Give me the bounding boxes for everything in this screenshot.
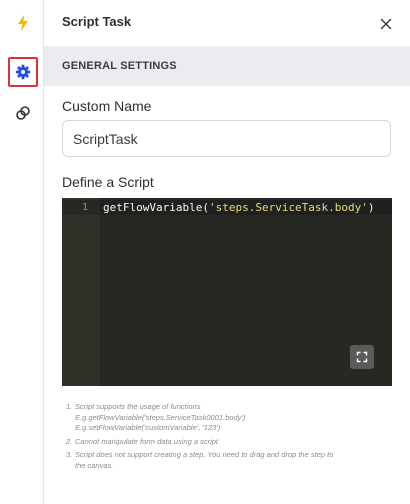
note-line: Script does not support creating a step,… (75, 450, 334, 459)
line-number: 1 (81, 202, 88, 213)
note-line: E.g.setFlowVariable('customVariable', '1… (75, 423, 221, 432)
gear-icon (15, 64, 31, 80)
fullscreen-icon (356, 351, 368, 363)
code-line[interactable]: getFlowVariable('steps.ServiceTask.body'… (103, 200, 375, 215)
general-settings-section-header[interactable]: GENERAL SETTINGS (44, 46, 410, 86)
trigger-tab-button[interactable] (8, 8, 38, 38)
custom-name-label: Custom Name (62, 98, 152, 114)
section-title: GENERAL SETTINGS (62, 60, 177, 72)
panel-title: Script Task (62, 14, 132, 29)
note-number: 1. (66, 402, 73, 411)
settings-tab-button[interactable] (8, 57, 38, 87)
note-line: Cannot manipulate form data using a scri… (75, 436, 218, 446)
lightning-bolt-icon (18, 15, 28, 31)
script-editor[interactable]: 1 getFlowVariable('steps.ServiceTask.bod… (62, 198, 392, 386)
note-item: 2. Cannot manipulate form data using a s… (66, 437, 396, 448)
custom-name-input[interactable] (62, 120, 391, 157)
define-script-label: Define a Script (62, 174, 154, 190)
link-icon (16, 106, 30, 120)
fullscreen-button[interactable] (350, 345, 374, 369)
code-close-paren: ) (367, 201, 375, 214)
note-number: 3. (66, 450, 73, 459)
note-item: 1. Script supports the usage of function… (66, 402, 396, 434)
left-icon-rail (0, 0, 44, 504)
note-number: 2. (66, 436, 73, 446)
panel-header: Script Task (44, 0, 410, 46)
script-notes-list: 1. Script supports the usage of function… (66, 402, 396, 474)
code-string: 'steps.ServiceTask.body' (208, 201, 368, 214)
note-line: the canvas. (75, 460, 114, 470)
close-icon[interactable] (378, 16, 394, 32)
note-line: Script supports the usage of functions (75, 402, 201, 411)
note-item: 3. Script does not support creating a st… (66, 450, 396, 471)
editor-gutter (62, 198, 100, 386)
note-line: E.g.getFlowVariable('steps.ServiceTask00… (75, 412, 246, 422)
code-function: getFlowVariable( (103, 201, 209, 214)
connections-tab-button[interactable] (8, 98, 38, 128)
script-task-panel: Script Task GENERAL SETTINGS Custom Name… (44, 0, 410, 504)
